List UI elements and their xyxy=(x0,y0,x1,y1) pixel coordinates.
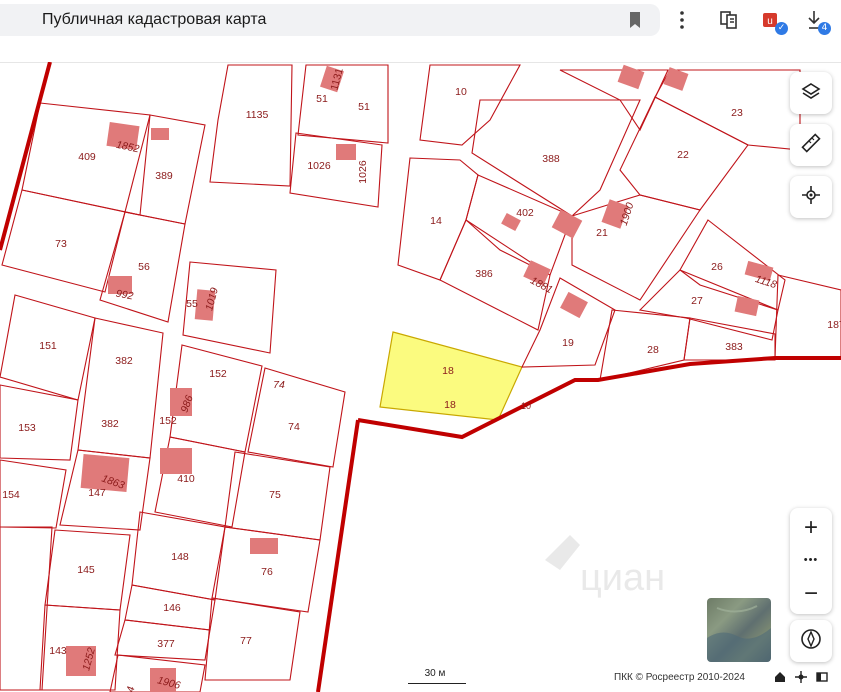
copyright-text: ПКК © Росреестр 2010-2024 xyxy=(614,672,745,683)
parcel-label: 27 xyxy=(691,295,703,307)
parcel-label: 10 xyxy=(521,401,531,411)
parcel-label: 383 xyxy=(725,341,743,353)
fullscreen-icon[interactable] xyxy=(816,670,828,682)
parcel-label: 76 xyxy=(261,566,273,578)
parcel-label: 26 xyxy=(711,261,723,273)
crosshair-icon xyxy=(801,185,821,210)
parcel-label: 4 xyxy=(125,685,138,692)
parcel-label: 1026 xyxy=(307,160,331,172)
parcel-label: 145 xyxy=(77,564,95,576)
ruler-icon xyxy=(801,132,821,158)
parcel-label: 992 xyxy=(115,288,134,303)
parcel-label: 75 xyxy=(269,489,281,501)
locate-button[interactable] xyxy=(790,176,832,218)
parcel-label: 28 xyxy=(647,344,659,356)
address-bar[interactable]: Публичная кадастровая карта xyxy=(0,4,660,36)
watermark: циан xyxy=(545,535,665,599)
parcel-label: 388 xyxy=(542,153,560,165)
bookmark-icon[interactable] xyxy=(628,11,642,34)
parcel-label: 382 xyxy=(115,355,133,367)
scale-bar xyxy=(408,680,466,684)
zoom-controls: + ••• − xyxy=(790,508,832,614)
parcel-label: 73 xyxy=(55,238,67,250)
parcel-label: 22 xyxy=(677,149,689,161)
compass-icon xyxy=(800,628,822,655)
browser-toolbar: Публичная кадастровая карта u ✓ 4 xyxy=(0,0,841,63)
parcel-label: 146 xyxy=(163,602,181,614)
parcel-label: 148 xyxy=(171,551,189,563)
selected-parcel-label: 18 xyxy=(442,365,454,377)
layers-button[interactable] xyxy=(790,72,832,114)
parcel-label: 1135 xyxy=(246,109,269,121)
home-icon[interactable] xyxy=(774,670,786,682)
parcel-label: 51 xyxy=(316,93,328,105)
parcel-label: 382 xyxy=(101,418,119,430)
parcel-label: 409 xyxy=(78,151,96,163)
parcel-label: 74 xyxy=(273,379,285,391)
svg-text:u: u xyxy=(767,16,773,27)
parcel-label: 151 xyxy=(39,340,57,352)
extension-check-badge: ✓ xyxy=(775,22,788,35)
menu-dots-icon[interactable] xyxy=(670,8,694,32)
downloads-count-badge: 4 xyxy=(818,22,831,35)
zoom-out-button[interactable]: − xyxy=(790,576,832,612)
parcel-label: 14 xyxy=(430,215,442,227)
parcel-label: 152 xyxy=(159,415,177,427)
parcel-label: 10 xyxy=(455,86,467,98)
parcel-label: 77 xyxy=(240,635,252,647)
parcel-label: 56 xyxy=(138,261,150,273)
page-title: Публичная кадастровая карта xyxy=(42,11,267,28)
parcel-label: 51 xyxy=(358,101,370,113)
parcel-label: 152 xyxy=(209,368,227,380)
parcel-label: 402 xyxy=(516,207,534,219)
svg-text:циан: циан xyxy=(580,557,665,599)
parcel-label: 410 xyxy=(177,473,195,485)
parcel-label: 19 xyxy=(562,337,574,349)
parcel-label: 389 xyxy=(155,170,173,182)
ruler-button[interactable] xyxy=(790,124,832,166)
layers-icon xyxy=(801,81,821,106)
more-zoom-button[interactable]: ••• xyxy=(790,543,832,577)
selected-parcel-label: 18 xyxy=(444,399,456,411)
zoom-in-button[interactable]: + xyxy=(790,510,832,546)
scale-label: 30 м xyxy=(424,668,446,679)
compass-button[interactable] xyxy=(790,620,832,662)
parcel-label: 74 xyxy=(288,421,300,433)
crosshair-small-icon[interactable] xyxy=(795,670,807,683)
parcel-label: 1118 xyxy=(754,273,779,291)
parcel-label: 377 xyxy=(157,638,175,650)
satellite-layer-thumbnail[interactable] xyxy=(707,598,771,662)
parcel-label: 1881 xyxy=(528,275,554,297)
parcel-label: 143 xyxy=(49,645,67,657)
parcel-label: 187 xyxy=(827,319,841,331)
parcel-label: 154 xyxy=(2,489,20,501)
parcel-label: 55 xyxy=(186,298,198,310)
parcel-label: 23 xyxy=(731,107,743,119)
parcel-label: 21 xyxy=(596,227,608,239)
parcel-label: 386 xyxy=(475,268,493,280)
parcel-label: 147 xyxy=(88,487,106,499)
parcel-label: 1026 xyxy=(357,160,369,184)
collections-icon[interactable] xyxy=(718,8,742,32)
parcel-label: 153 xyxy=(18,422,36,434)
